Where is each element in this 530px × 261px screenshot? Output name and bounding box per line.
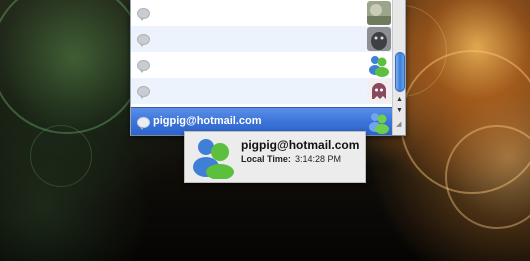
- msn-buddies-icon: [190, 135, 236, 184]
- ghost-avatar: [367, 79, 391, 103]
- speech-bubble-icon: [137, 86, 150, 99]
- vertical-scrollbar[interactable]: ▲ ▼ ◢: [392, 0, 405, 135]
- speech-bubble-icon: [137, 117, 150, 130]
- tooltip-email: pigpig@hotmail.com: [241, 138, 360, 152]
- local-time-value: 3:14:28 PM: [295, 154, 342, 164]
- bokeh-ring: [30, 125, 92, 187]
- scroll-up-arrow-icon[interactable]: ▲: [396, 96, 403, 104]
- contact-row[interactable]: [131, 52, 393, 78]
- photo-avatar-animal: [367, 27, 391, 51]
- contact-row[interactable]: [131, 0, 393, 26]
- photo-avatar-landscape: [367, 1, 391, 25]
- contact-email: pigpig@hotmail.com: [153, 115, 262, 127]
- bokeh-ring: [445, 125, 530, 229]
- speech-bubble-icon: [137, 60, 150, 73]
- contact-tooltip: pigpig@hotmail.com Local Time: 3:14:28 P…: [184, 131, 366, 183]
- contact-row[interactable]: [131, 78, 393, 104]
- contact-row[interactable]: [131, 26, 393, 52]
- bokeh-ring: [0, 0, 144, 134]
- msn-buddies-avatar: [367, 53, 391, 77]
- local-time-label: Local Time:: [241, 154, 291, 164]
- scroll-down-arrow-icon[interactable]: ▼: [396, 107, 403, 115]
- bokeh-ring: [400, 50, 530, 194]
- speech-bubble-icon: [137, 8, 150, 21]
- msn-buddies-avatar: [367, 110, 391, 134]
- scroll-thumb[interactable]: [395, 52, 405, 92]
- resize-grip-icon[interactable]: ◢: [396, 121, 401, 129]
- contact-list-panel: pigpig@hotmail.com ▲ ▼ ◢: [130, 0, 406, 136]
- speech-bubble-icon: [137, 34, 150, 47]
